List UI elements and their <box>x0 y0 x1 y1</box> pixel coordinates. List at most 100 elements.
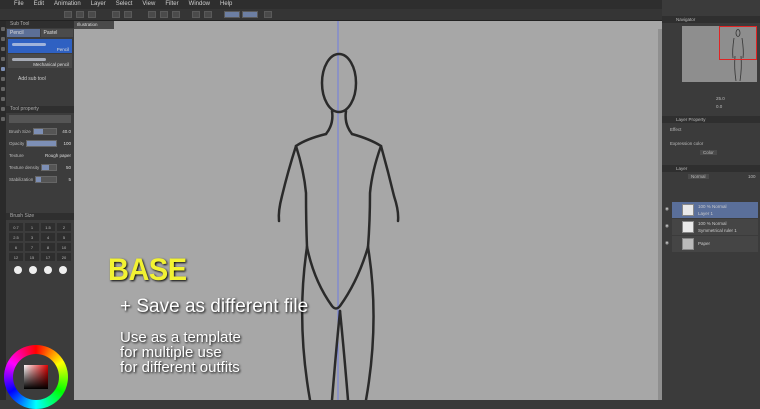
layer-row-paper[interactable]: Paper <box>672 236 758 252</box>
menu-layer[interactable]: Layer <box>91 0 106 9</box>
texture-density-slider[interactable] <box>41 163 57 171</box>
prop-value: 40.0 <box>62 128 71 134</box>
selection-tool-icon[interactable] <box>1 47 5 51</box>
snap-ruler-icon[interactable] <box>224 11 240 18</box>
prop-stabilization[interactable]: Stabilization 5 <box>6 173 74 185</box>
brush-item-pencil[interactable]: Pencil <box>8 39 72 53</box>
prop-texture[interactable]: Texture Rough paper <box>6 149 74 161</box>
brush-size-option[interactable]: 4 <box>41 233 55 241</box>
brush-size-option[interactable]: 15 <box>25 253 39 261</box>
stabilization-slider[interactable] <box>35 175 57 183</box>
brush-size-option[interactable]: 20 <box>57 253 71 261</box>
brush-size-option[interactable]: 5 <box>57 233 71 241</box>
brush-size-option[interactable]: 2 <box>57 223 71 231</box>
tool-property-header: Tool property <box>6 106 74 113</box>
subtool-tabs: Pencil Pastel <box>6 28 74 38</box>
new-file-icon[interactable] <box>64 11 72 18</box>
eye-icon[interactable]: ◉ <box>665 240 669 246</box>
zoom-value[interactable]: 25.0 <box>716 96 725 101</box>
left-panel: Sub Tool Pencil Pastel Pencil Mechanical… <box>6 21 74 400</box>
color-square[interactable] <box>24 365 48 389</box>
subtool-header: Sub Tool <box>6 21 74 28</box>
brush-dot-icon[interactable] <box>43 266 52 274</box>
transform-icon[interactable] <box>172 11 180 18</box>
navigator-view-frame[interactable] <box>719 26 757 60</box>
menu-file[interactable]: File <box>14 0 24 9</box>
layer-thumbnail <box>682 238 694 250</box>
brush-size-option[interactable]: 0.7 <box>9 223 23 231</box>
prop-value: Rough paper <box>44 152 71 158</box>
layer-row-layer-1[interactable]: 100 % Normal Layer 1 <box>672 202 758 218</box>
deselect-icon[interactable] <box>192 11 200 18</box>
pen-tool-icon[interactable] <box>1 67 5 71</box>
layer-opacity-value[interactable]: 100 <box>748 174 756 179</box>
overlay-save-text: + Save as different file <box>120 296 309 317</box>
menu-help[interactable]: Help <box>220 0 232 9</box>
menu-edit[interactable]: Edit <box>34 0 44 9</box>
brush-size-option[interactable]: 1.5 <box>41 223 55 231</box>
settings-icon[interactable] <box>264 11 272 18</box>
save-icon[interactable] <box>88 11 96 18</box>
color-wheel[interactable] <box>4 345 68 409</box>
pencil-tool-icon[interactable] <box>1 77 5 81</box>
zoom-tool-icon[interactable] <box>1 27 5 31</box>
menu-select[interactable]: Select <box>116 0 133 9</box>
eraser-tool-icon[interactable] <box>1 97 5 101</box>
menu-window[interactable]: Window <box>189 0 210 9</box>
brush-dot-icon[interactable] <box>13 266 22 274</box>
opacity-slider[interactable] <box>26 139 57 147</box>
eye-icon[interactable]: ◉ <box>665 223 669 229</box>
blend-mode-select[interactable]: Normal <box>688 174 709 179</box>
snap-grid-icon[interactable] <box>242 11 258 18</box>
brush-size-option[interactable]: 12 <box>9 253 23 261</box>
brush-size-option[interactable]: 7 <box>25 243 39 251</box>
undo-icon[interactable] <box>112 11 120 18</box>
brush-size-option[interactable]: 17 <box>41 253 55 261</box>
prop-brush-size[interactable]: Brush Size 40.0 <box>6 125 74 137</box>
brush-size-option[interactable]: 3 <box>25 233 39 241</box>
brush-size-option[interactable]: 2.5 <box>9 233 23 241</box>
prop-value: 50 <box>65 164 71 170</box>
prop-label: Texture <box>9 152 24 158</box>
redo-icon[interactable] <box>124 11 132 18</box>
layer-thumbnail <box>682 221 694 233</box>
expression-color-select[interactable]: Color <box>700 150 717 155</box>
tab-pencil[interactable]: Pencil <box>7 29 40 37</box>
eye-icon[interactable]: ◉ <box>665 206 669 212</box>
brush-dot-icon[interactable] <box>58 266 67 274</box>
brush-size-option[interactable]: 6 <box>9 243 23 251</box>
brush-size-option[interactable]: 1 <box>25 223 39 231</box>
text-tool-icon[interactable] <box>1 117 5 121</box>
fill-icon[interactable] <box>160 11 168 18</box>
navigator-preview[interactable] <box>682 26 757 82</box>
move-tool-icon[interactable] <box>1 37 5 41</box>
layer-name: Paper <box>698 241 711 246</box>
menu-filter[interactable]: Filter <box>165 0 178 9</box>
prop-texture-density[interactable]: Texture density 50 <box>6 161 74 173</box>
expression-color-label: Expression color <box>670 141 704 146</box>
layer-row-symmetrical-ruler[interactable]: 100 % Normal Symmetrical ruler 1 <box>672 219 758 235</box>
brush-dot-icon[interactable] <box>28 266 37 274</box>
clear-icon[interactable] <box>148 11 156 18</box>
layer-mode: 100 % Normal <box>698 221 727 226</box>
brush-size-option[interactable]: 10 <box>57 243 71 251</box>
prop-label: Texture density <box>9 164 40 170</box>
eyedropper-tool-icon[interactable] <box>1 57 5 61</box>
menu-animation[interactable]: Animation <box>54 0 81 9</box>
prop-opacity[interactable]: Opacity 100 <box>6 137 74 149</box>
menu-view[interactable]: View <box>142 0 155 9</box>
brush-size-header: Brush Size <box>6 213 74 220</box>
open-file-icon[interactable] <box>76 11 84 18</box>
rotation-value[interactable]: 0.0 <box>716 104 722 109</box>
brush-item-mechanical-pencil[interactable]: Mechanical pencil <box>8 54 72 68</box>
add-subtool-button[interactable]: Add sub tool <box>6 69 74 106</box>
prop-label: Stabilization <box>9 176 34 182</box>
overlay-base-title: BASE <box>108 252 187 288</box>
effect-label: Effect <box>670 127 682 132</box>
invert-selection-icon[interactable] <box>204 11 212 18</box>
fill-tool-icon[interactable] <box>1 107 5 111</box>
brush-size-slider[interactable] <box>32 127 57 135</box>
brush-size-option[interactable]: 8 <box>41 243 55 251</box>
brush-tool-icon[interactable] <box>1 87 5 91</box>
tab-pastel[interactable]: Pastel <box>40 29 73 37</box>
